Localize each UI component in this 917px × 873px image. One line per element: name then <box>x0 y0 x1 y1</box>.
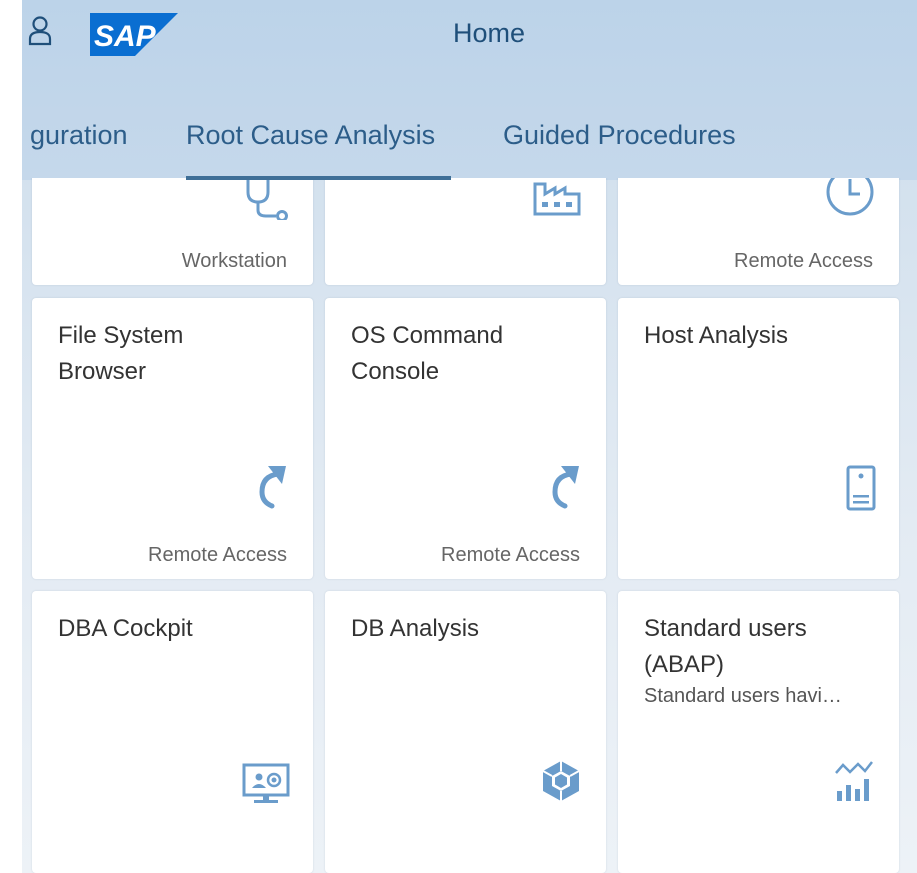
tile-footer: Remote Access <box>148 544 287 566</box>
refresh-arrow-icon <box>254 462 288 510</box>
tile-footer: Workstation <box>181 250 287 272</box>
tile-file-system-browser[interactable]: File System Browser Remote Access <box>32 298 313 579</box>
tile-title: DBA Cockpit <box>58 615 193 642</box>
tile-title: OS Command Console <box>351 322 504 385</box>
header-overlay <box>22 0 917 178</box>
cubes-icon <box>539 759 583 803</box>
tile-title: File System Browser <box>58 322 184 385</box>
tile-footer: Remote Access <box>441 544 580 566</box>
tile-db-analysis[interactable]: DB Analysis <box>325 591 606 873</box>
tile-standard-users-abap[interactable]: Standard users (ABAP) Standard users hav… <box>618 591 899 873</box>
refresh-arrow-icon <box>547 462 581 510</box>
tile-host-analysis[interactable]: Host Analysis <box>618 298 899 579</box>
tile-os-command-console[interactable]: OS Command Console Remote Access <box>325 298 606 579</box>
tile-subtitle: Standard users havi… <box>644 685 842 707</box>
tile-title: Host Analysis <box>644 322 789 349</box>
factory-icon <box>533 180 583 216</box>
tile-dba-cockpit[interactable]: DBA Cockpit <box>32 591 313 873</box>
host-device-icon <box>846 465 876 511</box>
stethoscope-icon <box>242 178 292 220</box>
left-edge <box>0 0 22 873</box>
tile-title: Standard users (ABAP) <box>644 615 807 678</box>
chart-trend-icon <box>834 759 878 803</box>
tile-title: DB Analysis <box>351 615 480 642</box>
tile-footer: Remote Access <box>734 250 873 272</box>
monitor-users-icon <box>242 763 290 805</box>
